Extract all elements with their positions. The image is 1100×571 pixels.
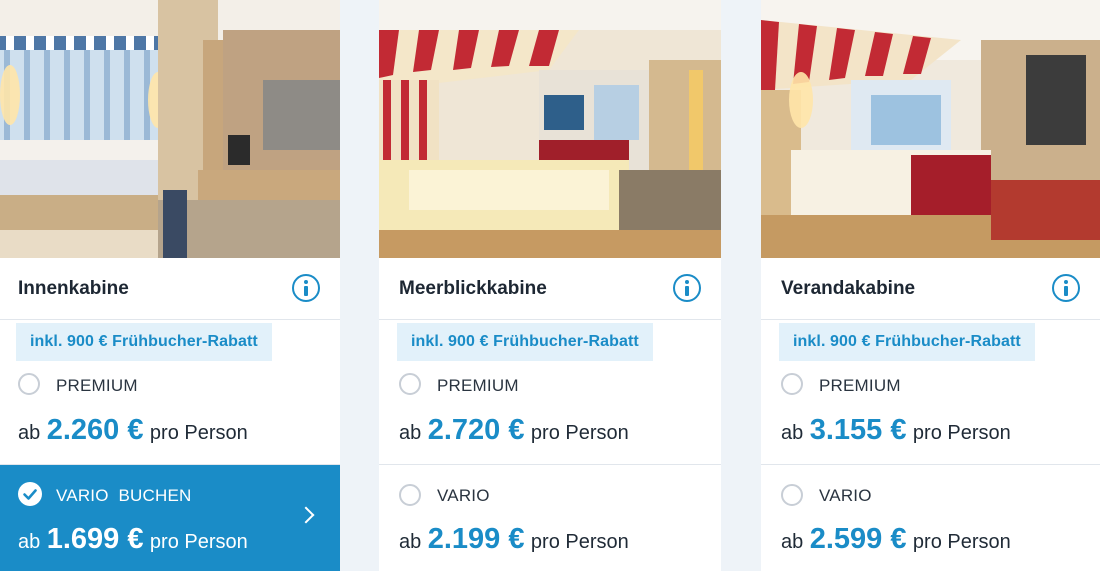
radio-button[interactable]: [781, 484, 803, 506]
price-amount: 2.260 €: [46, 414, 144, 446]
info-icon[interactable]: [673, 274, 701, 302]
tariff-option-premium[interactable]: PREMIUM ab 2.720 € pro Person: [379, 362, 721, 465]
tariff-option-vario[interactable]: VARIO ab 2.199 € pro Person: [379, 465, 721, 571]
price-suffix: pro Person: [912, 422, 1011, 444]
tariff-label: PREMIUM: [437, 376, 519, 395]
info-icon[interactable]: [1052, 274, 1080, 302]
tariff-option-vario[interactable]: VARIO BUCHEN ab 1.699 € pro Person: [0, 465, 340, 571]
info-icon[interactable]: [292, 274, 320, 302]
price-suffix: pro Person: [530, 531, 629, 553]
cabin-card-meerblickkabine: Meerblickkabine inkl. 900 € Frühbucher-R…: [379, 0, 721, 571]
tariff-option-premium[interactable]: PREMIUM ab 3.155 € pro Person: [761, 362, 1100, 465]
tariff-label: VARIO: [437, 486, 490, 505]
cabin-title-row: Meerblickkabine: [379, 258, 721, 320]
price-line: ab 2.599 € pro Person: [781, 523, 1011, 556]
price-prefix: ab: [399, 422, 422, 444]
radio-button[interactable]: [399, 373, 421, 395]
price-line: ab 2.260 € pro Person: [18, 414, 248, 447]
tariff-option-premium[interactable]: PREMIUM ab 2.260 € pro Person: [0, 362, 340, 465]
price-prefix: ab: [399, 531, 422, 553]
cabin-photo: [0, 0, 340, 258]
cabin-title: Innenkabine: [18, 278, 129, 299]
price-prefix: ab: [781, 531, 804, 553]
price-line: ab 2.199 € pro Person: [399, 523, 629, 556]
price-line: ab 1.699 € pro Person: [18, 523, 248, 556]
price-suffix: pro Person: [149, 531, 248, 553]
early-booking-discount-badge: inkl. 900 € Frühbucher-Rabatt: [16, 323, 272, 361]
price-amount: 1.699 €: [46, 523, 144, 555]
price-line: ab 2.720 € pro Person: [399, 414, 629, 447]
price-suffix: pro Person: [530, 422, 629, 444]
tariff-option-vario[interactable]: VARIO ab 2.599 € pro Person: [761, 465, 1100, 571]
price-suffix: pro Person: [912, 531, 1011, 553]
price-amount: 2.599 €: [809, 523, 907, 555]
cabin-card-verandakabine: Verandakabine inkl. 900 € Frühbucher-Rab…: [761, 0, 1100, 571]
early-booking-discount-badge: inkl. 900 € Frühbucher-Rabatt: [779, 323, 1035, 361]
early-booking-discount-badge: inkl. 900 € Frühbucher-Rabatt: [397, 323, 653, 361]
radio-button[interactable]: [18, 373, 40, 395]
cabin-photo: [761, 0, 1100, 258]
cabin-title: Meerblickkabine: [399, 278, 547, 299]
price-prefix: ab: [781, 422, 804, 444]
price-amount: 2.720 €: [427, 414, 525, 446]
tariff-label: VARIO BUCHEN: [56, 486, 192, 505]
tariff-label: VARIO: [819, 486, 872, 505]
radio-button[interactable]: [399, 484, 421, 506]
price-line: ab 3.155 € pro Person: [781, 414, 1011, 447]
cabin-title: Verandakabine: [781, 278, 916, 299]
chevron-right-icon[interactable]: [297, 506, 315, 524]
price-amount: 3.155 €: [809, 414, 907, 446]
tariff-label: PREMIUM: [819, 376, 901, 395]
cabin-title-row: Verandakabine: [761, 258, 1100, 320]
cabin-title-row: Innenkabine: [0, 258, 340, 320]
radio-button[interactable]: [781, 373, 803, 395]
check-circle-icon[interactable]: [18, 482, 42, 506]
cabin-photo: [379, 0, 721, 258]
price-prefix: ab: [18, 531, 41, 553]
price-suffix: pro Person: [149, 422, 248, 444]
tariff-label: PREMIUM: [56, 376, 138, 395]
price-prefix: ab: [18, 422, 41, 444]
price-amount: 2.199 €: [427, 523, 525, 555]
cabin-card-innenkabine: Innenkabine inkl. 900 € Frühbucher-Rabat…: [0, 0, 340, 571]
